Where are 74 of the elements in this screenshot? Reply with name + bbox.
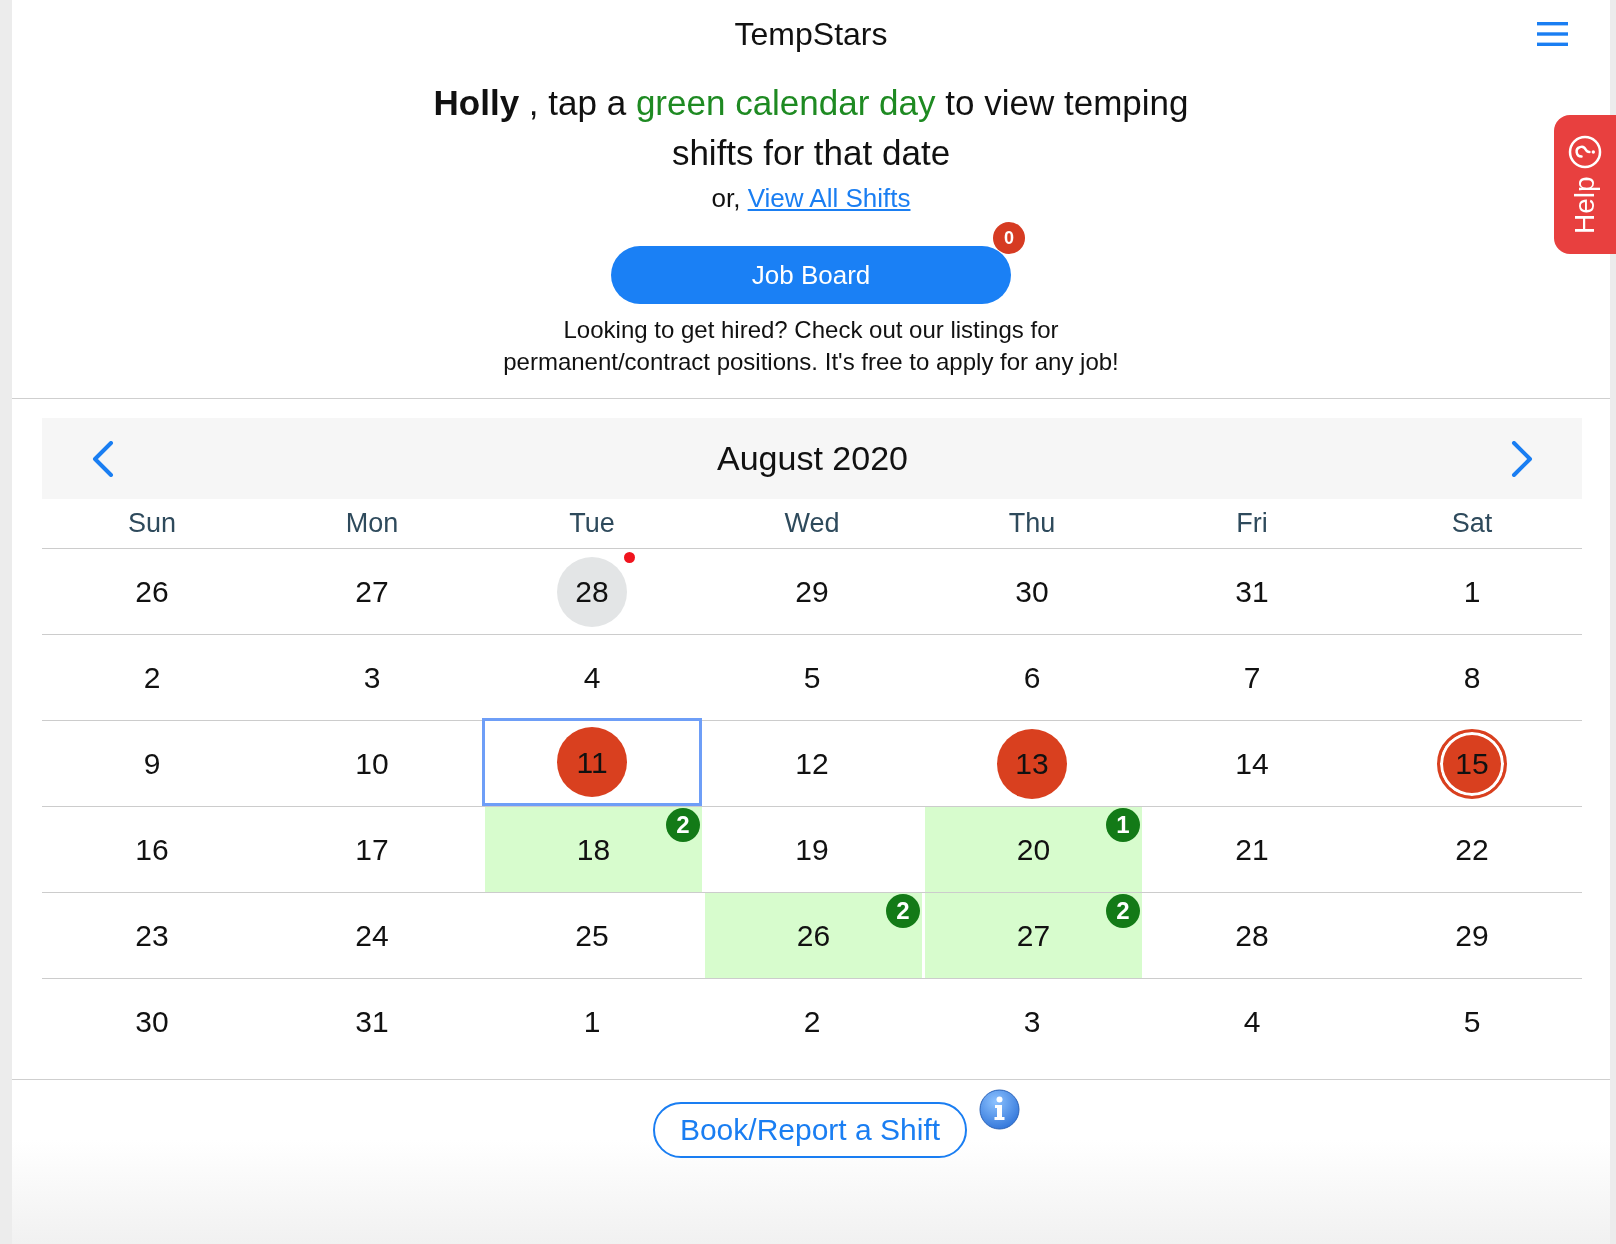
help-icon (1568, 134, 1602, 169)
day-number[interactable]: 27 (1016, 917, 1051, 954)
day-number[interactable]: 9 (143, 745, 161, 782)
day-number[interactable]: 19 (795, 831, 829, 868)
day-number[interactable]: 29 (795, 573, 829, 610)
day-number[interactable]: 21 (1235, 831, 1269, 868)
day-number[interactable]: 25 (575, 917, 609, 954)
day-number[interactable]: 17 (355, 831, 389, 868)
day-number[interactable]: 14 (1235, 745, 1269, 782)
open-shift-day-cell[interactable]: 18 2 (485, 807, 702, 892)
menu-icon[interactable] (1537, 22, 1568, 46)
ringed-date-marker[interactable]: 15 (1437, 728, 1507, 799)
booked-date-marker[interactable]: 11 (557, 727, 627, 797)
day-number[interactable]: 4 (583, 659, 601, 696)
job-board-button[interactable]: Job Board (611, 246, 1011, 304)
day-number[interactable]: 28 (1235, 917, 1269, 954)
job-count-badge: 0 (993, 222, 1025, 254)
job-board-note: Looking to get hired? Check out our listings for permanent/contract positions. It's free to apply for any job! (502, 315, 1120, 377)
shift-count-badge: 2 (1106, 894, 1140, 928)
chevron-right-icon[interactable] (1511, 440, 1534, 477)
day-number[interactable]: 6 (1023, 659, 1041, 696)
day-number[interactable]: 10 (355, 745, 389, 782)
app-title: TempStars (734, 15, 888, 53)
day-number[interactable]: 24 (355, 917, 389, 954)
day-number[interactable]: 31 (1235, 573, 1269, 610)
weekday-label: Mon (345, 507, 399, 541)
day-number[interactable]: 26 (135, 573, 169, 610)
day-number[interactable]: 1 (583, 1004, 601, 1040)
notification-dot-icon (624, 551, 635, 563)
day-number[interactable]: 7 (1243, 659, 1261, 696)
chevron-left-icon[interactable] (91, 440, 114, 477)
weekday-label: Thu (1008, 507, 1056, 541)
shift-count-badge: 1 (1106, 808, 1140, 842)
day-number[interactable]: 3 (1023, 1004, 1041, 1040)
day-number[interactable]: 23 (135, 917, 169, 954)
view-all-shifts-link[interactable]: View All Shifts (747, 183, 911, 213)
open-shift-day-cell[interactable]: 27 2 (925, 893, 1142, 978)
day-number[interactable]: 3 (363, 659, 381, 696)
weekday-label: Tue (569, 507, 615, 541)
day-number[interactable]: 26 (796, 917, 831, 954)
day-number[interactable]: 27 (355, 573, 389, 610)
day-number[interactable]: 5 (803, 659, 821, 696)
day-number[interactable]: 8 (1463, 659, 1481, 696)
day-number[interactable]: 30 (1015, 573, 1049, 610)
booked-date-marker[interactable]: 13 (997, 728, 1067, 799)
day-number[interactable]: 5 (1463, 1004, 1481, 1040)
today-date-marker[interactable]: 28 (557, 556, 627, 627)
day-number[interactable]: 16 (135, 831, 169, 868)
day-number[interactable]: 30 (135, 1004, 169, 1040)
day-number[interactable]: 31 (355, 1004, 389, 1040)
month-title: August 2020 (717, 438, 908, 479)
day-number[interactable]: 20 (1016, 831, 1051, 868)
selected-day-cell[interactable]: 11 (482, 718, 702, 806)
book-report-shift-button[interactable]: Book/Report a Shift (652, 1102, 968, 1158)
weekday-label: Sat (1451, 507, 1493, 541)
weekday-label: Fri (1236, 507, 1268, 541)
day-number[interactable]: 12 (795, 745, 829, 782)
day-number[interactable]: 4 (1243, 1004, 1261, 1040)
shift-count-badge: 2 (666, 808, 700, 842)
weekday-label: Sun (127, 507, 176, 541)
open-shift-day-cell[interactable]: 20 1 (925, 807, 1142, 892)
day-number[interactable]: 1 (1463, 573, 1481, 610)
day-number[interactable]: 29 (1455, 917, 1489, 954)
intro-heading: Holly , tap a green calendar day to view temping shifts for that date (432, 82, 1190, 174)
day-number[interactable]: 22 (1455, 831, 1489, 868)
day-number[interactable]: 2 (803, 1004, 821, 1040)
shift-count-badge: 2 (886, 894, 920, 928)
open-shift-day-cell[interactable]: 26 2 (705, 893, 922, 978)
weekday-label: Wed (784, 507, 840, 541)
info-icon[interactable] (979, 1089, 1021, 1130)
intro-prefix: or, (711, 183, 741, 213)
day-number[interactable]: 18 (576, 831, 611, 868)
help-tab[interactable]: Help (1554, 115, 1616, 254)
day-number[interactable]: 2 (143, 659, 161, 696)
